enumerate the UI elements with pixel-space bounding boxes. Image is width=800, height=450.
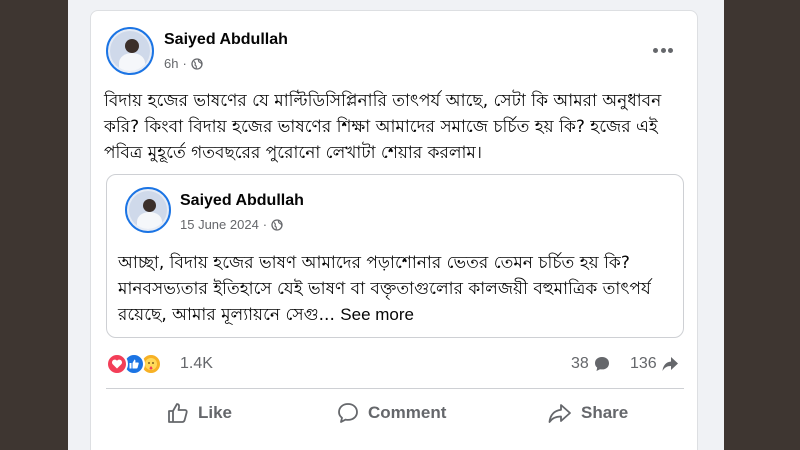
- author-avatar[interactable]: [106, 27, 154, 75]
- comment-bubble-icon: [594, 357, 609, 371]
- thumbs-up-icon: [168, 403, 188, 423]
- comment-label: Comment: [368, 403, 447, 422]
- shared-post-meta: 15 June 2024 ·: [180, 217, 283, 232]
- shared-post-text: আচ্ছা, বিদায় হজের ভাষণ আমাদের পড়াশোনার…: [118, 250, 678, 328]
- comment-count[interactable]: 38: [571, 355, 611, 373]
- share-label: Share: [581, 403, 629, 422]
- shared-post-date[interactable]: 15 June 2024: [180, 217, 259, 232]
- like-button[interactable]: Like: [166, 396, 232, 430]
- comment-icon: [338, 403, 358, 423]
- shared-author-name[interactable]: Saiyed Abdullah: [180, 192, 304, 210]
- post-text: বিদায় হজের ভাষণের যে মাল্টিডিসিপ্লিনারি…: [104, 91, 662, 163]
- shared-author-avatar[interactable]: [125, 187, 171, 233]
- globe-icon: [191, 57, 203, 70]
- share-arrow-icon: [662, 357, 678, 371]
- author-name[interactable]: Saiyed Abdullah: [164, 31, 288, 49]
- comment-button[interactable]: Comment: [336, 396, 446, 430]
- action-divider: [106, 388, 684, 389]
- reaction-count[interactable]: 1.4K: [180, 355, 213, 373]
- share-button[interactable]: Share: [547, 396, 628, 430]
- love-reaction-icon: [106, 353, 128, 375]
- meta-separator: ·: [182, 56, 187, 71]
- dark-right-margin: [724, 0, 800, 450]
- meta-separator: ·: [262, 217, 268, 232]
- share-count-value: 136: [630, 355, 657, 372]
- dark-left-margin: [0, 0, 68, 450]
- see-more-link[interactable]: See more: [340, 305, 414, 324]
- share-icon: [548, 404, 571, 423]
- more-options-icon[interactable]: [650, 40, 676, 60]
- like-label: Like: [198, 403, 233, 422]
- share-count[interactable]: 136: [630, 355, 679, 373]
- comment-count-value: 38: [571, 355, 589, 372]
- post-meta: 6h ·: [164, 56, 203, 71]
- reaction-icons[interactable]: [106, 353, 162, 375]
- post-time[interactable]: 6h: [164, 56, 178, 71]
- globe-icon: [271, 218, 283, 231]
